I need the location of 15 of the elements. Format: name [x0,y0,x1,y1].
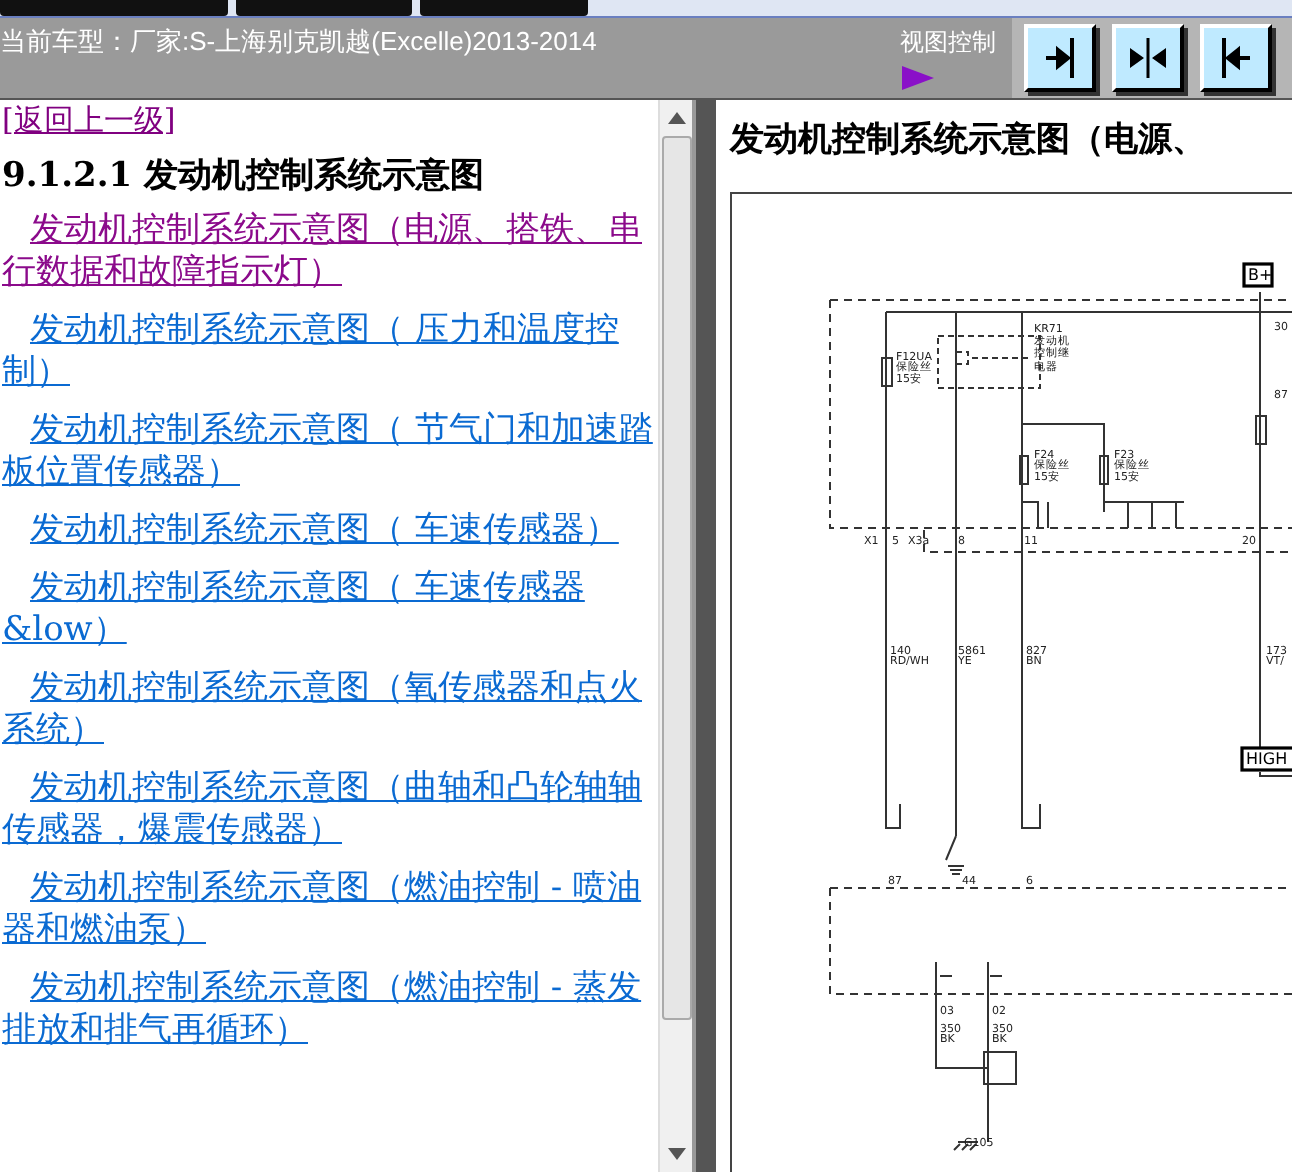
diagram-link[interactable]: 发动机控制系统示意图（燃油控制 - 喷油器和燃油泵） [2,868,658,952]
diagram-link[interactable]: 发动机控制系统示意图（燃油控制 - 蒸发排放和排气再循环） [2,968,658,1052]
diagram-link[interactable]: 发动机控制系统示意图（氧传感器和点火系统） [2,668,658,752]
diagram-link[interactable]: 发动机控制系统示意图（ 节气门和加速踏板位置传感器） [2,410,658,494]
vehicle-model: 当前车型：厂家:S-上海别克凯越(Excelle)2013-2014 [0,24,599,60]
diagram-link[interactable]: 发动机控制系统示意图（ 车速传感器） [2,510,658,552]
section-heading: 9.1.2.1 发动机控制系统示意图 [2,154,486,198]
diagram-title: 发动机控制系统示意图（电源、 [730,118,1208,162]
back-link[interactable]: [返回上一级] [2,102,176,140]
diagram-link[interactable]: 发动机控制系统示意图（电源、搭铁、串行数据和故障指示灯） [2,210,658,294]
diagram-link[interactable]: 发动机控制系统示意图（ 压力和温度控制） [2,310,658,394]
diagram-link[interactable]: 发动机控制系统示意图（曲轴和凸轮轴轴传感器，爆震传感器） [2,768,658,852]
view-control-label: 视图控制 [900,26,996,60]
diagram-link[interactable]: 发动机控制系统示意图（ 车速传感器&low） [2,568,658,652]
terminal-tag: HIGH [1240,746,1292,772]
